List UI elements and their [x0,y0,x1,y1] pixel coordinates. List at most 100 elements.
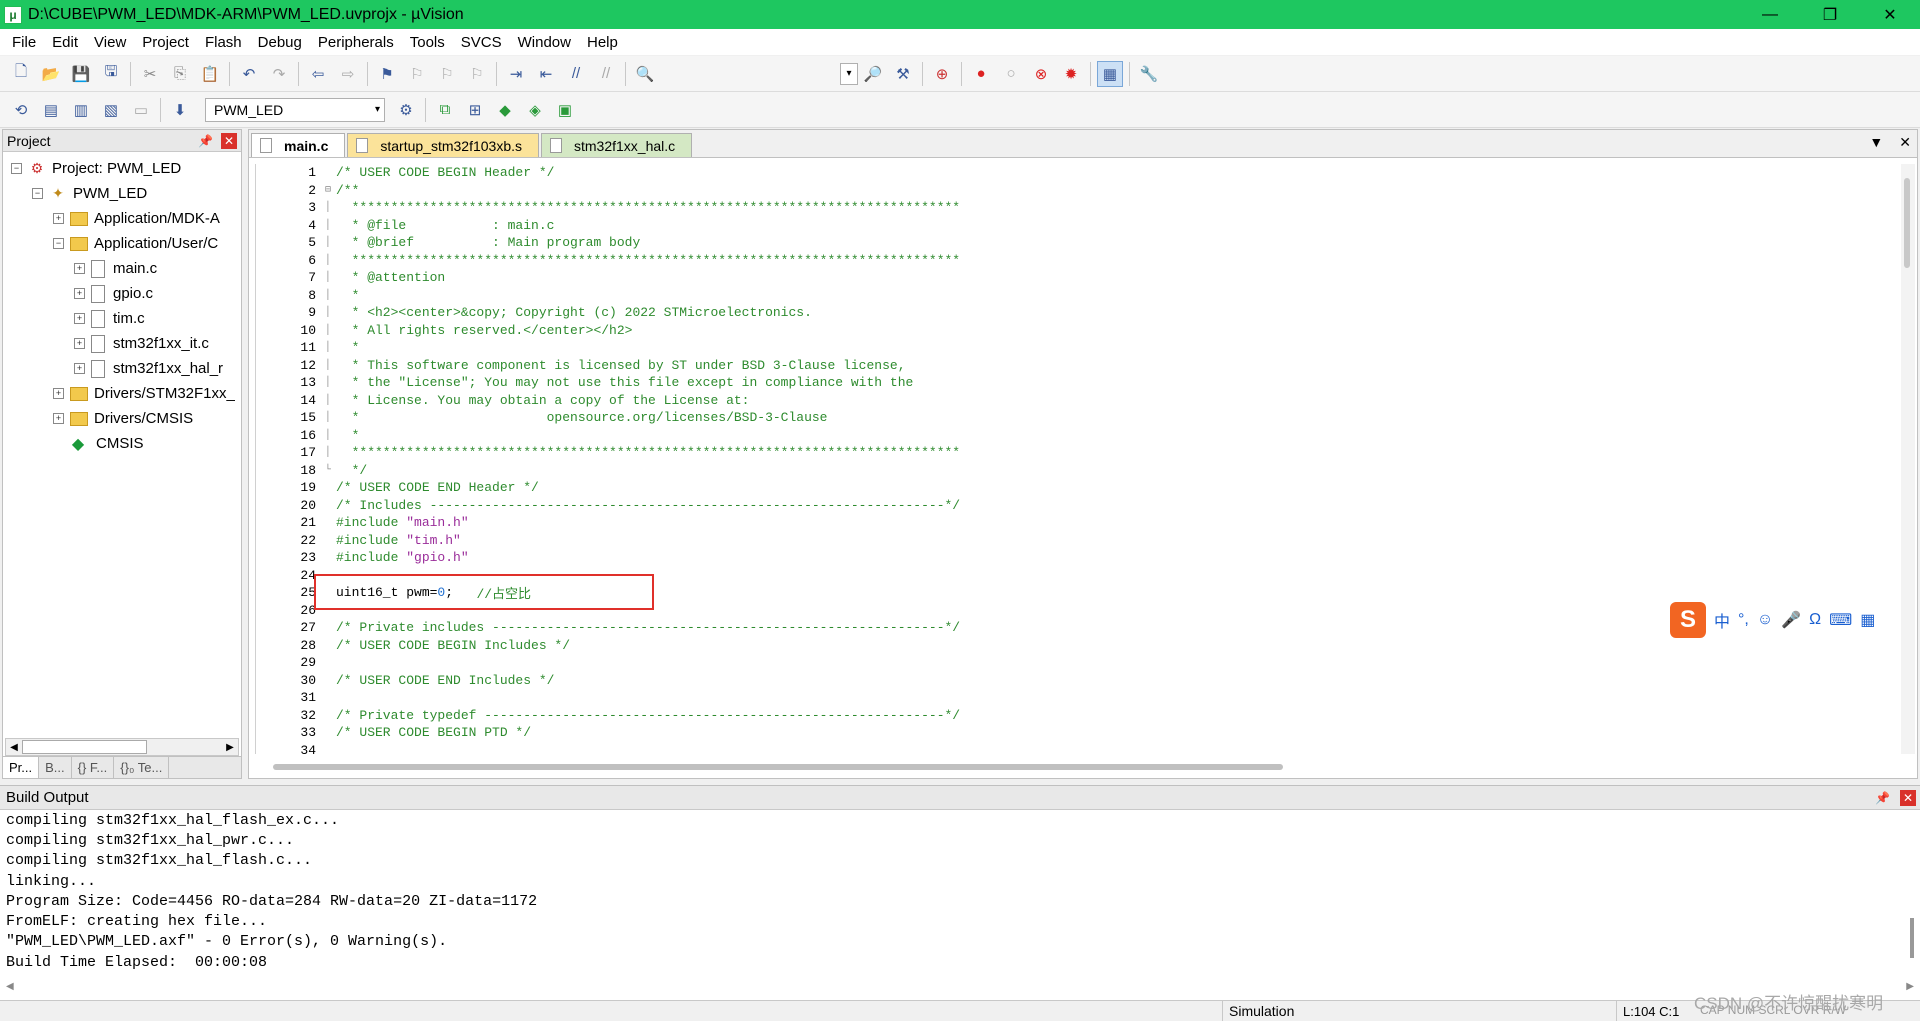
collapse-icon[interactable]: − [53,238,64,249]
clear-bookmarks-icon[interactable]: ⚐ [464,61,490,87]
tab-books[interactable]: B... [39,757,72,778]
select-packs-icon[interactable]: ◈ [522,97,548,123]
code-line[interactable]: 9 │ * <h2><center>&copy; Copyright (c) 20… [256,304,1895,322]
configure-icon[interactable]: 🔧 [1136,61,1162,87]
download-icon[interactable]: ⬇ [167,97,193,123]
code-line[interactable]: 20 /* Includes --------------------------… [256,497,1895,515]
code-line[interactable]: 2 ⊟/** [256,182,1895,200]
editor-hscrollbar[interactable] [273,764,1283,770]
batch-build-icon[interactable]: ▧ [98,97,124,123]
copy-icon[interactable]: ⎘ [167,61,193,87]
tree-node[interactable]: + main.c [3,256,241,281]
scroll-right-icon[interactable]: ▶ [1906,981,1914,992]
expand-icon[interactable]: + [74,363,85,374]
file-extensions-icon[interactable]: ⊞ [462,97,488,123]
menu-window[interactable]: Window [510,34,579,51]
close-pane-icon[interactable]: ✕ [221,132,237,149]
tree-node[interactable]: − Application/User/C [3,231,241,256]
pin-icon[interactable]: 📌 [1875,791,1890,805]
target-select[interactable]: PWM_LED ▾ [205,97,385,122]
menu-peripherals[interactable]: Peripherals [310,34,402,51]
navigate-back-icon[interactable]: ⇦ [305,61,331,87]
cut-icon[interactable]: ✂ [137,61,163,87]
breakpoint-icon[interactable]: ● [968,61,994,87]
code-line[interactable]: 18 └ */ [256,462,1895,480]
unindent-icon[interactable]: ⇤ [533,61,559,87]
restore-button[interactable]: ❐ [1800,0,1860,29]
tree-node[interactable]: + gpio.c [3,281,241,306]
tab-project[interactable]: Pr... [3,757,40,778]
navigate-forward-icon[interactable]: ⇨ [335,61,361,87]
paste-icon[interactable]: 📋 [197,61,223,87]
find-replace-icon[interactable]: ⚒ [890,61,916,87]
fold-marker[interactable]: ⊟ [320,184,336,196]
code-line[interactable]: 11 │ * [256,339,1895,357]
ime-keyboard-icon[interactable]: ⌨ [1829,610,1852,630]
new-file-icon[interactable]: 🗋 [8,61,34,87]
code-line[interactable]: 25 uint16_t pwm= 0; //占空比 [256,584,1895,602]
collapse-icon[interactable]: − [32,188,43,199]
menu-debug[interactable]: Debug [250,34,310,51]
code-line[interactable]: 32 /* Private typedef -------------------… [256,707,1895,725]
tab-templates[interactable]: {}₀ Te... [114,757,170,778]
expand-icon[interactable]: + [74,288,85,299]
comment-icon[interactable]: // [563,61,589,87]
ime-emoji-icon[interactable]: ☺ [1757,611,1773,629]
editor-vscrollbar[interactable] [1901,164,1915,754]
collapse-icon[interactable]: − [11,163,22,174]
debug-session-icon[interactable]: ⊕ [929,61,955,87]
menu-tools[interactable]: Tools [402,34,453,51]
code-line[interactable]: 26 [256,602,1895,620]
expand-icon[interactable]: + [74,263,85,274]
bookmark-icon[interactable]: ⚑ [374,61,400,87]
disable-all-breakpoints-icon[interactable]: ⊗ [1028,61,1054,87]
expand-icon[interactable]: + [53,388,64,399]
code-line[interactable]: 5 │ * @brief : Main program body [256,234,1895,252]
tree-node[interactable]: + Drivers/CMSIS [3,406,241,431]
redo-icon[interactable]: ↷ [266,61,292,87]
code-line[interactable]: 22 #include "tim.h" [256,532,1895,550]
code-line[interactable]: 23 #include "gpio.h" [256,549,1895,567]
kill-breakpoints-icon[interactable]: ✹ [1058,61,1084,87]
menu-flash[interactable]: Flash [197,34,250,51]
window-layout-icon[interactable]: ▦ [1097,60,1123,87]
close-tab-icon[interactable]: ✕ [1899,134,1911,151]
code-line[interactable]: 10 │ * All rights reserved.</center></h2> [256,322,1895,340]
next-bookmark-icon[interactable]: ⚐ [434,61,460,87]
code-line[interactable]: 13 │ * the "License"; You may not use thi… [256,374,1895,392]
rebuild-icon[interactable]: ▥ [68,97,94,123]
menu-help[interactable]: Help [579,34,626,51]
menu-svcs[interactable]: SVCS [453,34,510,51]
expand-icon[interactable]: + [74,338,85,349]
tree-node[interactable]: + Application/MDK-A [3,206,241,231]
code-line[interactable]: 4 │ * @file : main.c [256,217,1895,235]
code-line[interactable]: 16 │ * [256,427,1895,445]
scroll-thumb[interactable] [1904,178,1910,268]
tree-node[interactable]: + stm32f1xx_hal_r [3,356,241,381]
ime-toolbox-icon[interactable]: ▦ [1860,610,1875,630]
code-line[interactable]: 6 │ *************************************… [256,252,1895,270]
code-line[interactable]: 19 /* USER CODE END Header */ [256,479,1895,497]
stop-build-icon[interactable]: ▭ [128,97,154,123]
code-line[interactable]: 8 │ * [256,287,1895,305]
tab-main-c[interactable]: main.c [251,133,346,157]
menu-edit[interactable]: Edit [44,34,86,51]
tree-node[interactable]: − ✦ PWM_LED [3,181,241,206]
scroll-right-icon[interactable]: ▶ [222,742,238,753]
tree-node[interactable]: + tim.c [3,306,241,331]
scroll-left-icon[interactable]: ◀ [6,742,22,753]
expand-icon[interactable]: + [53,413,64,424]
scroll-thumb[interactable] [22,740,147,754]
expand-icon[interactable]: + [74,313,85,324]
close-button[interactable]: ✕ [1860,0,1920,29]
code-line[interactable]: 14 │ * License. You may obtain a copy of … [256,392,1895,410]
find-combo[interactable]: ▾ [840,62,858,85]
undo-icon[interactable]: ↶ [236,61,262,87]
code-line[interactable]: 24 [256,567,1895,585]
manage-components-icon[interactable]: ⧉ [432,97,458,123]
code-line[interactable]: 34 [256,742,1895,754]
tree-node[interactable]: + stm32f1xx_it.c [3,331,241,356]
code-line[interactable]: 17 │ ************************************… [256,444,1895,462]
incremental-find-icon[interactable]: 🔎 [860,61,886,87]
ime-chinese-mode-icon[interactable]: 中 [1714,608,1730,632]
